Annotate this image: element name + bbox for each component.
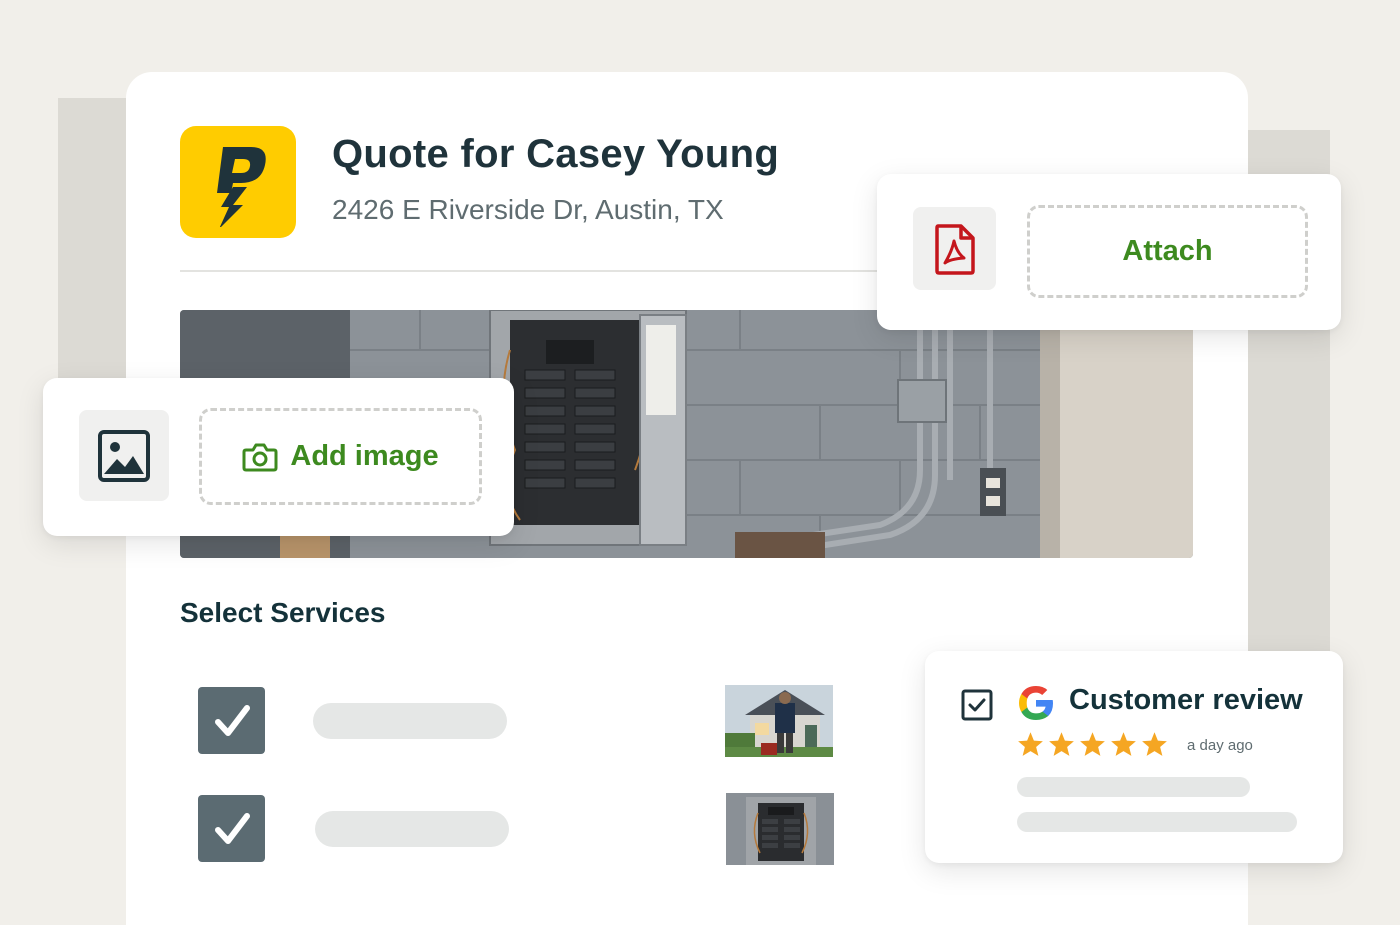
checkbox-checked-icon[interactable]: [961, 689, 993, 721]
review-title: Customer review: [1069, 684, 1303, 716]
service-checkbox-1[interactable]: [198, 687, 265, 754]
star-icon: [1111, 732, 1136, 756]
add-image-panel: Add image: [43, 378, 514, 536]
service-checkbox-2[interactable]: [198, 795, 265, 862]
customer-review-card: Customer review a day ago: [925, 651, 1343, 863]
star-rating: [1017, 731, 1168, 757]
lightning-p-logo-icon: [217, 147, 266, 227]
section-title-services: Select Services: [180, 597, 386, 628]
checkmark-icon: [214, 812, 250, 844]
attach-button[interactable]: Attach: [1027, 205, 1308, 298]
checkmark-icon: [214, 704, 250, 736]
customer-address: 2426 E Riverside Dr, Austin, TX: [332, 194, 724, 225]
star-icon: [1080, 732, 1105, 756]
pdf-icon-tile: [913, 207, 996, 290]
attach-panel: Attach: [877, 174, 1341, 330]
star-icon: [1018, 732, 1043, 756]
service-name-placeholder-2: [315, 811, 509, 847]
page-title: Quote for Casey Young: [332, 132, 780, 176]
pdf-icon: [934, 223, 975, 275]
google-icon: [1019, 686, 1053, 720]
service-thumbnail-2: [726, 793, 834, 865]
review-text-placeholder-2: [1017, 812, 1297, 832]
review-timestamp: a day ago: [1187, 737, 1253, 754]
add-image-label: Add image: [290, 440, 439, 472]
review-text-placeholder-1: [1017, 777, 1250, 797]
image-icon-tile: [79, 410, 169, 501]
image-icon: [98, 429, 150, 482]
add-image-button[interactable]: Add image: [199, 408, 482, 505]
service-name-placeholder-1: [313, 703, 507, 739]
header-divider: [180, 270, 900, 272]
service-thumbnail-1: [725, 685, 833, 757]
camera-icon: [242, 443, 278, 471]
attach-label: Attach: [1122, 235, 1213, 267]
star-icon: [1049, 732, 1074, 756]
star-icon: [1142, 732, 1167, 756]
company-logo: [180, 126, 296, 238]
